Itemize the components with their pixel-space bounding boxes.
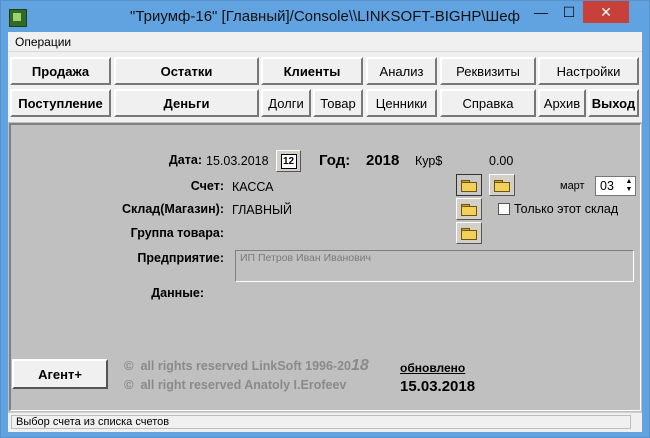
open-folder-icon — [461, 203, 477, 216]
stock-button[interactable]: Остатки — [114, 57, 259, 85]
copyright-symbol: © — [124, 377, 134, 392]
spin-down-icon[interactable]: ▼ — [624, 186, 634, 194]
calendar-icon: 12 — [280, 153, 297, 169]
money-button[interactable]: Деньги — [114, 89, 259, 117]
copyright-line-2: © all right reserved Anatoly I.Erofeev — [124, 377, 347, 392]
month-label: март — [560, 180, 585, 192]
status-text: Выбор счета из списка счетов — [11, 415, 631, 429]
warehouse-value: ГЛАВНЫЙ — [232, 203, 293, 217]
copyright-line-1: © all rights reserved LinkSoft 1996-2018 — [124, 357, 369, 374]
client-area: Операции Продажа Остатки Клиенты Анализ … — [8, 32, 642, 432]
updated-date: 15.03.2018 — [400, 378, 476, 395]
title-bar[interactable]: "Триумф-16" [Главный]/Console\\LINKSOFT-… — [1, 1, 649, 33]
receipt-button[interactable]: Поступление — [10, 89, 111, 117]
goods-button[interactable]: Товар — [313, 89, 363, 117]
enterprise-value: ИП Петров Иван Иванович — [240, 252, 371, 264]
app-window: "Триумф-16" [Главный]/Console\\LINKSOFT-… — [0, 0, 650, 438]
toolbar: Продажа Остатки Клиенты Анализ Реквизиты… — [8, 52, 642, 122]
status-bar: Выбор счета из списка счетов — [8, 412, 642, 432]
rate-value: 0.00 — [489, 154, 514, 168]
sales-button[interactable]: Продажа — [10, 57, 111, 85]
requisites-button[interactable]: Реквизиты — [440, 57, 536, 85]
warehouse-label: Склад(Магазин): — [121, 202, 224, 216]
debts-button[interactable]: Долги — [261, 89, 311, 117]
calendar-button[interactable]: 12 — [276, 150, 301, 172]
open-folder-icon — [461, 227, 477, 240]
date-label: Дата: — [168, 153, 202, 167]
rate-label: Кур$ — [415, 154, 443, 168]
close-button[interactable]: ✕ — [583, 1, 629, 23]
exit-button[interactable]: Выход — [588, 89, 639, 117]
enterprise-field[interactable]: ИП Петров Иван Иванович — [235, 250, 634, 282]
product-group-label: Группа товара: — [130, 226, 224, 240]
menu-operations[interactable]: Операции — [15, 35, 71, 49]
account-folder-button[interactable] — [489, 174, 515, 196]
analysis-button[interactable]: Анализ — [366, 57, 437, 85]
folder-icon — [494, 179, 510, 192]
month-spinner[interactable]: 03 ▲ ▼ — [595, 176, 636, 196]
agent-plus-button[interactable]: Агент+ — [12, 359, 108, 389]
account-select-button[interactable] — [456, 174, 482, 196]
year-label: Год: — [319, 152, 351, 169]
month-spinner-value: 03 — [600, 179, 614, 193]
settings-button[interactable]: Настройки — [538, 57, 639, 85]
account-value: КАССА — [232, 180, 274, 194]
group-select-button[interactable] — [456, 222, 482, 244]
price-tags-button[interactable]: Ценники — [366, 89, 437, 117]
updated-label: обновлено — [400, 361, 466, 375]
menu-bar: Операции — [8, 32, 642, 52]
minimize-button[interactable]: — — [527, 1, 555, 23]
clients-button[interactable]: Клиенты — [261, 57, 363, 85]
copyright-symbol: © — [124, 358, 134, 373]
data-label: Данные: — [151, 286, 204, 300]
year-value: 2018 — [366, 152, 400, 169]
help-button[interactable]: Справка — [440, 89, 536, 117]
maximize-button[interactable]: ☐ — [555, 1, 583, 23]
account-label: Счет: — [190, 179, 224, 193]
date-value[interactable]: 15.03.2018 — [206, 154, 269, 168]
archive-button[interactable]: Архив — [538, 89, 586, 117]
only-this-warehouse-checkbox[interactable] — [498, 203, 510, 215]
spin-up-icon[interactable]: ▲ — [624, 178, 634, 186]
only-this-warehouse-label: Только этот склад — [514, 202, 619, 216]
warehouse-select-button[interactable] — [456, 198, 482, 220]
enterprise-label: Предприятие: — [137, 251, 224, 265]
main-panel: Дата: 15.03.2018 12 Год: 2018 Кур$ 0.00 … — [9, 123, 641, 411]
open-folder-icon — [461, 179, 477, 192]
